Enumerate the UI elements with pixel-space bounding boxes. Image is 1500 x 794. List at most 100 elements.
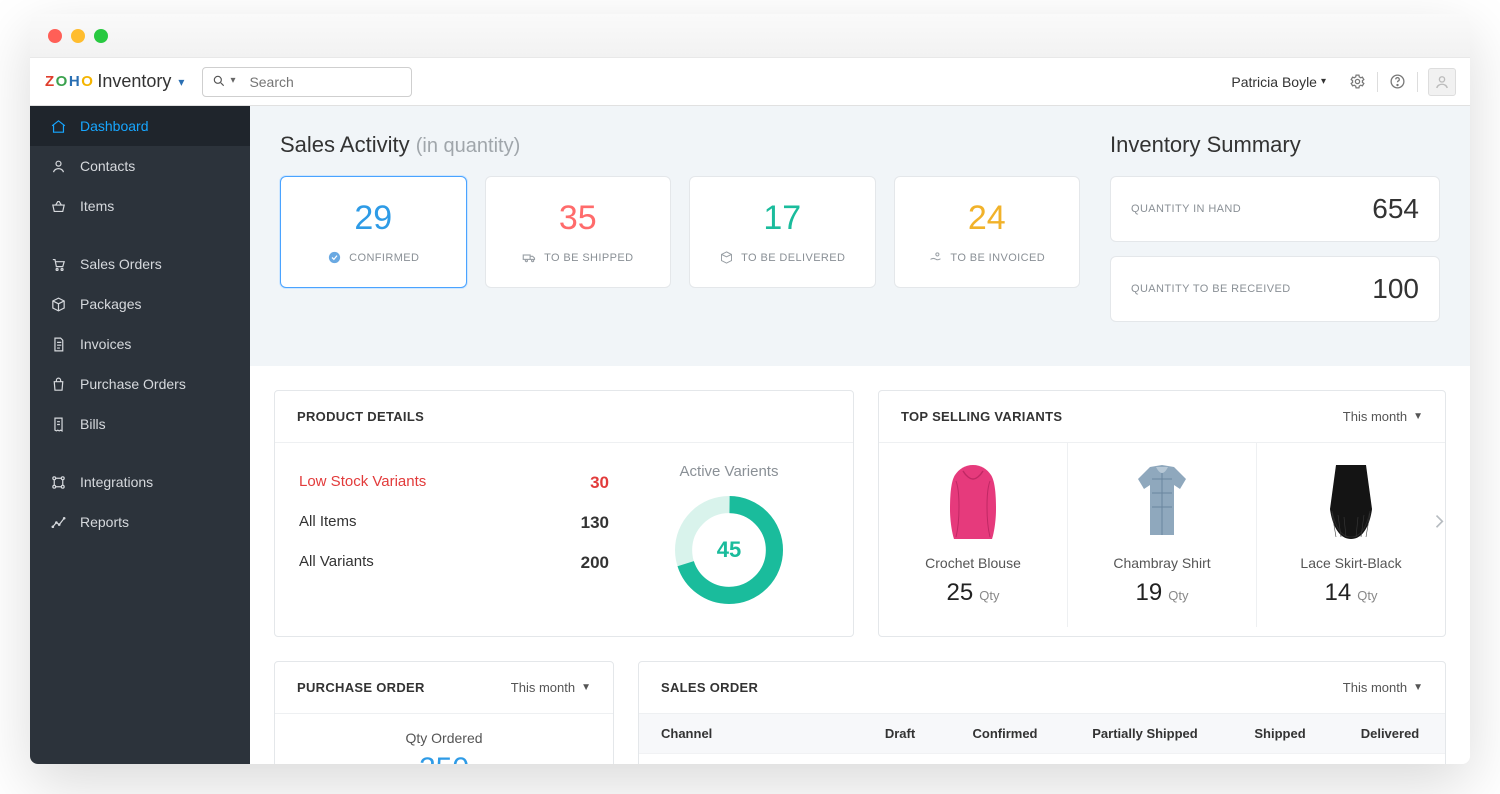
pd-row-all-variants[interactable]: All Variants 200: [299, 543, 609, 583]
cell-draft: 0: [855, 754, 945, 764]
sidebar-item-label: Integrations: [80, 474, 153, 490]
person-icon: [50, 158, 67, 175]
pd-row-all-items[interactable]: All Items 130: [299, 503, 609, 543]
avatar[interactable]: [1428, 68, 1456, 96]
active-variants-label: Active Varients: [629, 463, 829, 480]
variant-name: Lace Skirt-Black: [1267, 555, 1435, 571]
window-minimize-icon[interactable]: [71, 29, 85, 43]
sidebar-item-reports[interactable]: Reports: [30, 502, 250, 542]
sidebar-item-label: Packages: [80, 296, 141, 312]
app-name: Inventory: [97, 71, 171, 92]
pd-label: Low Stock Variants: [299, 473, 426, 493]
settings-button[interactable]: [1349, 73, 1366, 90]
qty-unit: Qty: [1357, 588, 1377, 603]
sa-label: CONFIRMED: [349, 252, 419, 264]
top-variant-item[interactable]: Lace Skirt-Black 14 Qty: [1257, 443, 1445, 627]
inv-row-value: 100: [1372, 273, 1419, 305]
inv-row-value: 654: [1372, 193, 1419, 225]
sa-label: TO BE DELIVERED: [741, 252, 845, 264]
sa-value: 29: [354, 199, 392, 238]
po-qty-value: 250: [295, 752, 593, 764]
product-image-icon: [1267, 457, 1435, 547]
variant-qty: 19: [1136, 579, 1163, 607]
card-title: SALES ORDER: [661, 680, 758, 695]
zoho-logo: ZOHO: [44, 72, 93, 91]
search-scope-caret-icon[interactable]: ▾: [230, 75, 235, 86]
sa-label: TO BE INVOICED: [950, 252, 1045, 264]
table-row[interactable]: Amazon Web Services 0 25 55 60 120: [639, 753, 1445, 764]
sidebar-item-label: Invoices: [80, 336, 131, 352]
pd-label: All Variants: [299, 553, 374, 573]
variant-name: Crochet Blouse: [889, 555, 1057, 571]
period-selector[interactable]: This month▼: [511, 680, 591, 695]
product-details-card: PRODUCT DETAILS Low Stock Variants 30 Al…: [274, 390, 854, 637]
help-button[interactable]: [1389, 73, 1406, 90]
cell-confirmed: 25: [945, 754, 1065, 764]
pd-row-low-stock[interactable]: Low Stock Variants 30: [299, 463, 609, 503]
sidebar-item-items[interactable]: Items: [30, 186, 250, 226]
active-variants-value: 45: [669, 490, 789, 610]
sidebar-item-label: Bills: [80, 416, 106, 432]
caret-down-icon: ▼: [1413, 411, 1423, 422]
sidebar-item-sales-orders[interactable]: Sales Orders: [30, 244, 250, 284]
sa-label: TO BE SHIPPED: [544, 252, 633, 264]
sidebar-item-label: Reports: [80, 514, 129, 530]
col-shipped: Shipped: [1225, 714, 1335, 753]
sidebar-item-contacts[interactable]: Contacts: [30, 146, 250, 186]
next-button[interactable]: [1429, 511, 1449, 537]
cell-channel: Amazon Web Services: [639, 754, 855, 764]
sidebar-item-bills[interactable]: Bills: [30, 404, 250, 444]
search-wrapper: ▾: [202, 67, 412, 97]
qty-unit: Qty: [979, 588, 999, 603]
check-circle-icon: [327, 250, 342, 265]
sidebar-item-label: Contacts: [80, 158, 135, 174]
col-draft: Draft: [855, 714, 945, 753]
sidebar-item-purchase-orders[interactable]: Purchase Orders: [30, 364, 250, 404]
reports-icon: [50, 514, 67, 531]
sa-card-to-be-shipped[interactable]: 35 TO BE SHIPPED: [485, 176, 672, 288]
package-icon: [50, 296, 67, 313]
sidebar-item-dashboard[interactable]: Dashboard: [30, 106, 250, 146]
user-menu[interactable]: Patricia Boyle ▾: [1231, 74, 1342, 90]
app-switcher[interactable]: ZOHO Inventory ▾: [44, 71, 184, 92]
card-title: TOP SELLING VARIANTS: [901, 409, 1062, 424]
top-variant-item[interactable]: Chambray Shirt 19Qty: [1068, 443, 1257, 627]
window-zoom-icon[interactable]: [94, 29, 108, 43]
col-channel: Channel: [639, 714, 855, 753]
main-content: Sales Activity (in quantity) 29 CONFIRME…: [250, 106, 1470, 764]
period-selector[interactable]: This month▼: [1343, 409, 1423, 424]
sa-value: 24: [968, 199, 1006, 238]
sidebar-item-integrations[interactable]: Integrations: [30, 462, 250, 502]
basket-icon: [50, 198, 67, 215]
qty-unit: Qty: [1168, 588, 1188, 603]
cart-icon: [50, 256, 67, 273]
sa-card-confirmed[interactable]: 29 CONFIRMED: [280, 176, 467, 288]
product-image-icon: [889, 457, 1057, 547]
sidebar-item-label: Sales Orders: [80, 256, 162, 272]
sales-order-card: SALES ORDER This month▼ Channel Draft Co…: [638, 661, 1446, 764]
window-close-icon[interactable]: [48, 29, 62, 43]
document-icon: [50, 336, 67, 353]
caret-down-icon: ▾: [178, 75, 184, 89]
col-confirmed: Confirmed: [945, 714, 1065, 753]
pd-value: 130: [581, 513, 609, 533]
sa-card-to-be-delivered[interactable]: 17 TO BE DELIVERED: [689, 176, 876, 288]
variant-qty: 14: [1325, 579, 1352, 607]
sidebar-item-packages[interactable]: Packages: [30, 284, 250, 324]
inv-qty-to-receive[interactable]: QUANTITY TO BE RECEIVED 100: [1110, 256, 1440, 322]
top-variant-item[interactable]: Crochet Blouse 25 Qty: [879, 443, 1068, 627]
box-icon: [719, 250, 734, 265]
titlebar: [30, 14, 1470, 58]
inv-qty-in-hand[interactable]: QUANTITY IN HAND 654: [1110, 176, 1440, 242]
user-name-label: Patricia Boyle: [1231, 74, 1317, 90]
inventory-summary-title: Inventory Summary: [1110, 132, 1440, 158]
sa-card-to-be-invoiced[interactable]: 24 TO BE INVOICED: [894, 176, 1081, 288]
variant-qty: 25: [947, 579, 974, 607]
integrations-icon: [50, 474, 67, 491]
caret-down-icon: ▼: [1413, 682, 1423, 693]
top-selling-card: TOP SELLING VARIANTS This month▼ Crochet…: [878, 390, 1446, 637]
pd-value: 30: [590, 473, 609, 493]
sidebar-item-invoices[interactable]: Invoices: [30, 324, 250, 364]
period-selector[interactable]: This month▼: [1343, 680, 1423, 695]
chevron-right-icon: [1429, 511, 1449, 531]
